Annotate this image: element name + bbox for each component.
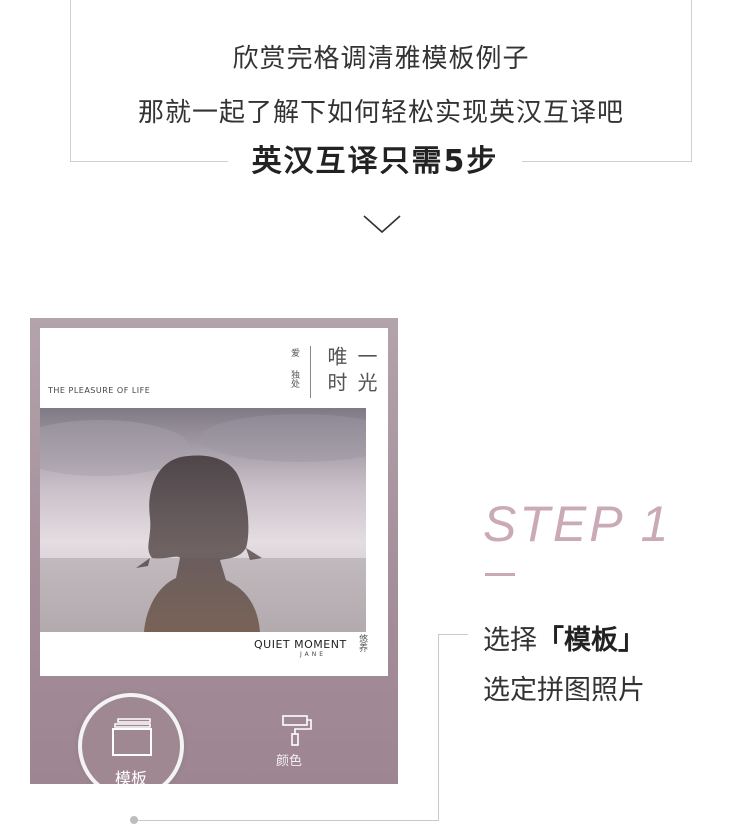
poster-title-col-2: 一光 <box>354 346 378 398</box>
intro-box: 欣赏完格调清雅模板例子 那就一起了解下如何轻松实现英汉互译吧 <box>70 0 692 162</box>
poster-title-col-1: 唯时 <box>324 346 348 398</box>
poster-footer-title: QUIET MOMENT <box>254 638 347 651</box>
silhouette-image <box>40 408 366 632</box>
step-dash <box>485 573 515 576</box>
step-instruction-1: 选择「模板」 <box>483 618 645 657</box>
poster-footer-tag: 悠养 <box>357 634 367 652</box>
poster-vertical-small-1: 爱 <box>289 348 299 357</box>
template-poster[interactable]: THE PLEASURE OF LIFE 爱 独处 唯时 一光 QUIET MO… <box>40 328 388 676</box>
connector-line <box>438 634 468 635</box>
poster-subtitle: THE PLEASURE OF LIFE <box>48 386 151 395</box>
template-tab-button[interactable]: 模板 <box>78 693 184 784</box>
paint-roller-icon <box>282 715 312 746</box>
connector-dot <box>130 816 138 824</box>
intro-line-1: 欣赏完格调清雅模板例子 <box>232 44 530 74</box>
poster-footer-author: JANE <box>300 651 327 658</box>
chevron-down-icon <box>363 215 401 234</box>
color-tab-label: 颜色 <box>276 754 303 769</box>
step-instruction-prefix: 选择 <box>483 625 537 656</box>
poster-photo <box>40 408 366 632</box>
poster-divider <box>310 346 311 398</box>
template-stack-icon <box>112 718 152 756</box>
color-tab-button[interactable] <box>280 714 314 746</box>
step-keyword: 模板 <box>564 625 618 656</box>
connector-line <box>134 820 439 821</box>
app-preview: THE PLEASURE OF LIFE 爱 独处 唯时 一光 QUIET MO… <box>30 318 398 784</box>
step-instruction-2: 选定拼图照片 <box>483 675 645 706</box>
headline: 英汉互译只需5步 <box>228 140 522 184</box>
intro-line-2: 那就一起了解下如何轻松实现英汉互译吧 <box>137 98 624 128</box>
step-title: STEP 1 <box>483 496 672 552</box>
step-bracket-open: 「 <box>537 625 564 656</box>
connector-line <box>438 634 439 821</box>
template-tab-label: 模板 <box>114 769 147 784</box>
poster-vertical-small-2: 独处 <box>289 370 299 388</box>
step-bracket-close: 」 <box>618 625 645 656</box>
